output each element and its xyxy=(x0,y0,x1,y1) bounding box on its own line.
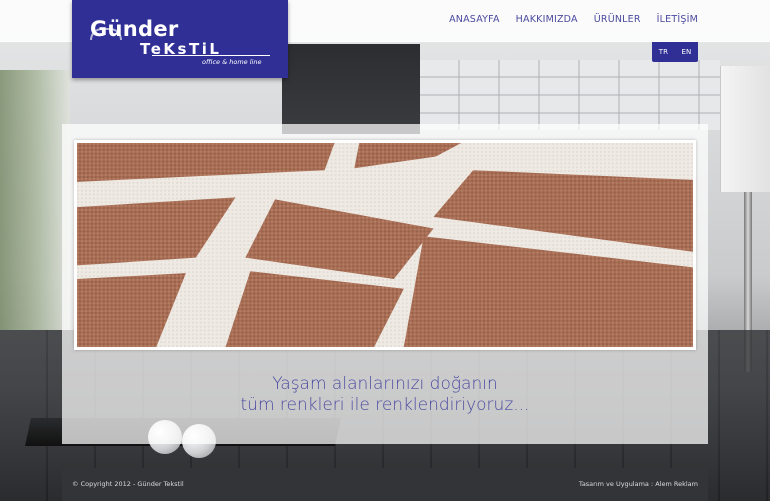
language-en-button[interactable]: EN xyxy=(682,48,692,56)
background-door xyxy=(282,44,420,134)
language-switcher: TR EN xyxy=(652,42,698,62)
slogan-line-2: tüm renkleri ile renklendiriyoruz... xyxy=(240,395,530,415)
background-lamp-shade xyxy=(720,66,770,192)
content-panel: Yaşam alanlarınızı doğanın tüm renkleri … xyxy=(62,124,708,444)
nav-item-anasayfa[interactable]: ANASAYFA xyxy=(449,14,500,25)
logo-divider xyxy=(152,55,270,56)
brand-logo[interactable]: Günder TeKsTiL office & home line xyxy=(72,0,288,78)
nav-item-urunler[interactable]: ÜRÜNLER xyxy=(594,14,641,25)
background-window xyxy=(0,70,70,330)
fabric-texture-graphic xyxy=(77,143,693,347)
main-nav: ANASAYFA HAKKIMIZDA ÜRÜNLER İLETİŞİM xyxy=(449,14,698,25)
hero-slogan: Yaşam alanlarınızı doğanın tüm renkleri … xyxy=(62,374,708,416)
background-stone-wall xyxy=(420,60,720,130)
nav-item-iletisim[interactable]: İLETİŞİM xyxy=(657,14,698,25)
logo-wordmark: Günder xyxy=(90,17,179,41)
nav-item-hakkimizda[interactable]: HAKKIMIZDA xyxy=(516,14,578,25)
site-footer: © Copyright 2012 - Günder Tekstil Tasarı… xyxy=(62,468,708,501)
slogan-line-1: Yaşam alanlarınızı doğanın xyxy=(272,374,498,394)
footer-credit-link[interactable]: Tasarım ve Uygulama : Alem Reklam xyxy=(579,480,698,488)
logo-tagline: office & home line xyxy=(202,58,262,66)
footer-copyright: © Copyright 2012 - Günder Tekstil xyxy=(72,480,184,488)
fabric-hero-image xyxy=(74,140,696,350)
language-tr-button[interactable]: TR xyxy=(659,48,668,56)
